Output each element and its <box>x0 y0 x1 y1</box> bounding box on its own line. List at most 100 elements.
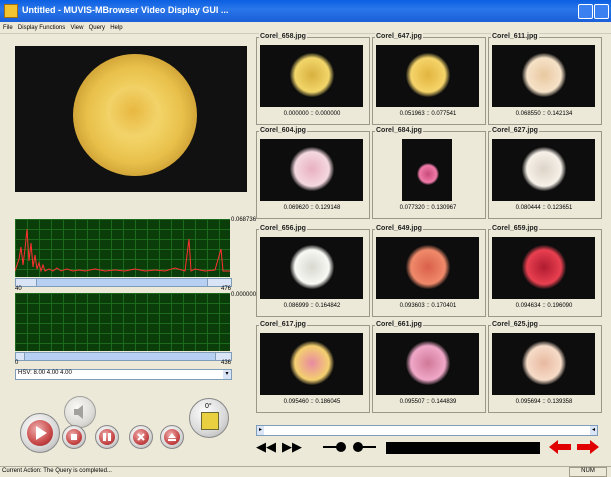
result-tile[interactable]: Corel_647.jpg0.051963 :: 0.077541 <box>372 33 486 127</box>
histogram-scrollbar[interactable] <box>15 278 232 287</box>
result-thumbnail[interactable] <box>492 237 595 299</box>
result-score: 0.095507 :: 0.144839 <box>399 399 457 405</box>
result-score: 0.095694 :: 0.139358 <box>515 399 573 405</box>
zoom-in-slider-icon[interactable] <box>323 440 347 454</box>
play-icon <box>27 420 53 446</box>
eject-icon <box>164 429 180 445</box>
volume-button[interactable] <box>64 396 96 428</box>
histogram-plot <box>14 219 230 277</box>
rewind-icon[interactable]: ◀◀ <box>256 440 276 454</box>
result-score: 0.000000 :: 0.000000 <box>283 111 341 117</box>
result-filename: Corel_684.jpg <box>375 127 423 134</box>
play-button[interactable] <box>20 413 60 453</box>
pause-icon <box>99 429 115 445</box>
close-icon <box>133 429 149 445</box>
histogram-max-label: 0.068736 <box>231 217 257 223</box>
feature-select-value: HSV: 8.00 4.00 4.00 <box>18 370 72 376</box>
result-score: 0.051963 :: 0.077541 <box>399 111 457 117</box>
result-thumbnail[interactable] <box>376 237 479 299</box>
result-thumbnail[interactable] <box>260 45 363 107</box>
result-filename: Corel_625.jpg <box>491 321 539 328</box>
chevron-down-icon[interactable]: ▾ <box>223 370 231 379</box>
result-tile[interactable]: Corel_659.jpg0.094634 :: 0.196090 <box>488 225 602 319</box>
result-filename: Corel_659.jpg <box>491 225 539 232</box>
rotate-icon <box>201 412 219 430</box>
pause-button[interactable] <box>95 425 119 449</box>
result-score: 0.069620 :: 0.129148 <box>283 205 341 211</box>
second-plot-x-max: 436 <box>221 360 232 366</box>
result-tile[interactable]: Corel_649.jpg 0.093603 :: 0.170401 <box>372 225 486 319</box>
result-filename: Corel_649.jpg <box>375 225 423 232</box>
result-filename: Corel_656.jpg <box>259 225 307 232</box>
result-tile[interactable]: Corel_604.jpg0.069620 :: 0.129148 <box>256 127 370 221</box>
histogram-x-min: 40 <box>15 286 22 292</box>
minimize-button[interactable] <box>578 4 593 19</box>
maximize-button[interactable] <box>594 4 609 19</box>
progress-display <box>386 442 540 454</box>
second-plot-scrollbar[interactable] <box>15 352 232 361</box>
second-plot-scroll-thumb[interactable] <box>24 353 216 360</box>
result-filename: Corel_658.jpg <box>259 33 307 40</box>
status-message: Current Action: The Query is completed..… <box>2 468 112 474</box>
result-score: 0.068550 :: 0.142134 <box>515 111 573 117</box>
result-thumbnail[interactable] <box>260 139 363 201</box>
stop-icon <box>66 429 82 445</box>
second-plot-max-label: 0.000000 <box>231 292 257 298</box>
seek-slider[interactable]: ▸ ◂ <box>256 425 598 436</box>
result-filename: Corel_627.jpg <box>491 127 539 134</box>
rotate-label: 0° <box>205 403 212 410</box>
result-thumbnail[interactable] <box>492 139 595 201</box>
result-filename: Corel_647.jpg <box>375 33 423 40</box>
result-tile[interactable]: Corel_625.jpg0.095694 :: 0.139358 <box>488 321 602 415</box>
app-icon <box>4 4 18 18</box>
menu-display-functions[interactable]: Display Functions <box>18 25 65 31</box>
rotate-button[interactable]: 0° <box>189 398 229 438</box>
result-thumbnail[interactable] <box>376 333 479 395</box>
result-thumbnail[interactable] <box>376 45 479 107</box>
result-score: 0.086999 :: 0.164842 <box>283 303 341 309</box>
zoom-out-slider-icon[interactable] <box>352 440 376 454</box>
second-plot-x-min: 0 <box>15 360 19 366</box>
next-page-arrow-icon[interactable] <box>577 440 599 454</box>
result-score: 0.095460 :: 0.186045 <box>283 399 341 405</box>
title-bar: Untitled - MUVIS-MBrowser Video Display … <box>0 0 611 22</box>
result-thumbnail[interactable] <box>402 139 452 201</box>
window-title: Untitled - MUVIS-MBrowser Video Display … <box>22 5 229 15</box>
stop-button[interactable] <box>62 425 86 449</box>
seek-left-arrow[interactable]: ▸ <box>257 426 264 435</box>
second-plot <box>15 293 230 351</box>
result-thumbnail[interactable] <box>260 237 363 299</box>
result-thumbnail[interactable] <box>492 45 595 107</box>
result-filename: Corel_617.jpg <box>259 321 307 328</box>
close-button[interactable] <box>129 425 153 449</box>
result-filename: Corel_611.jpg <box>491 33 539 40</box>
result-tile[interactable]: Corel_658.jpg0.000000 :: 0.000000 <box>256 33 370 127</box>
histogram-trace <box>14 228 230 273</box>
seek-right-arrow[interactable]: ◂ <box>590 426 597 435</box>
menu-file[interactable]: File <box>3 25 13 31</box>
feature-select[interactable]: HSV: 8.00 4.00 4.00 ▾ <box>15 369 232 380</box>
menu-help[interactable]: Help <box>110 25 122 31</box>
histogram-x-max: 476 <box>221 286 232 292</box>
speaker-icon <box>74 405 83 419</box>
previous-page-arrow-icon[interactable] <box>549 440 571 454</box>
eject-button[interactable] <box>160 425 184 449</box>
result-filename: Corel_661.jpg <box>375 321 423 328</box>
result-tile[interactable]: Corel_627.jpg0.080444 :: 0.123651 <box>488 127 602 221</box>
result-score: 0.094634 :: 0.196090 <box>515 303 573 309</box>
result-thumbnail[interactable] <box>492 333 595 395</box>
result-tile[interactable]: Corel_611.jpg0.068550 :: 0.142134 <box>488 33 602 127</box>
menu-view[interactable]: View <box>71 25 84 31</box>
result-tile[interactable]: Corel_617.jpg0.095460 :: 0.186045 <box>256 321 370 415</box>
result-score: 0.077320 :: 0.130967 <box>399 205 457 211</box>
result-score: 0.080444 :: 0.123651 <box>515 205 573 211</box>
result-tile[interactable]: Corel_684.jpg0.077320 :: 0.130967 <box>372 127 486 221</box>
fast-forward-icon[interactable]: ▶▶ <box>282 440 302 454</box>
menu-query[interactable]: Query <box>89 25 105 31</box>
histogram-scroll-thumb[interactable] <box>36 279 208 286</box>
result-filename: Corel_604.jpg <box>259 127 307 134</box>
result-tile[interactable]: Corel_656.jpg0.086999 :: 0.164842 <box>256 225 370 319</box>
num-lock-indicator: NUM <box>569 467 607 477</box>
result-tile[interactable]: Corel_661.jpg0.095507 :: 0.144839 <box>372 321 486 415</box>
result-thumbnail[interactable] <box>260 333 363 395</box>
